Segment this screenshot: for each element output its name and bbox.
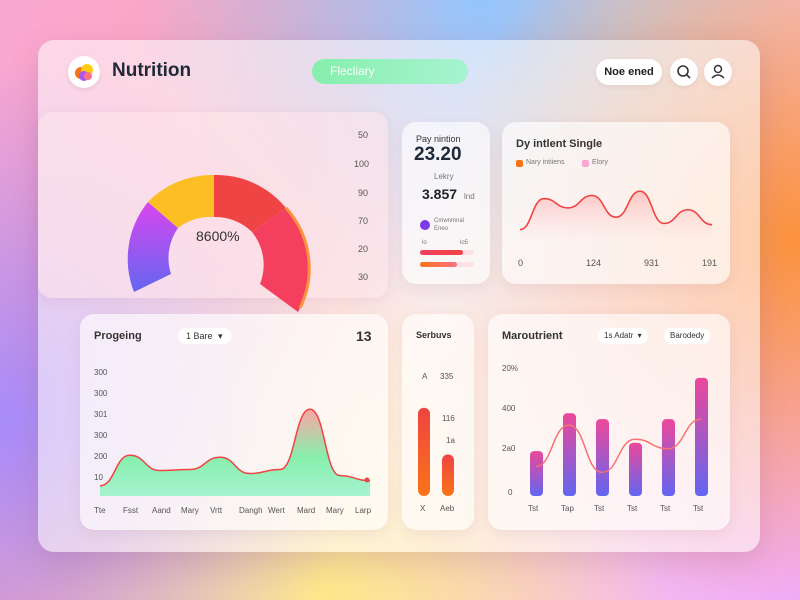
macro-xtick: Tst	[660, 504, 671, 513]
daily-sub-value: 3.857	[422, 186, 458, 202]
macro-bar	[629, 442, 642, 496]
macro-ytick-3: 0	[508, 488, 513, 497]
daily-item-sub: Eneo	[434, 226, 449, 232]
progress-ytick: 200	[94, 452, 108, 461]
servings-bar	[418, 407, 430, 496]
gauge-value: 8600%	[196, 228, 240, 244]
servings-card: Serbuvs A 335 116 1a X Aeb	[402, 314, 474, 530]
trend-xtick-2: 931	[644, 258, 660, 268]
daily-title: Pay nintion	[416, 134, 461, 144]
macro-xtick: Tap	[561, 504, 574, 513]
macro-bar	[596, 419, 609, 496]
new-button[interactable]: Noe ened	[596, 59, 662, 85]
macro-bar	[662, 419, 675, 496]
progress-xtick: Aand	[152, 506, 171, 515]
daily-item-label: Cmwnmnal	[434, 218, 465, 224]
progress-ytick: 300	[94, 389, 108, 398]
gauge-card: 8600% 50 100 90 70 20 30	[38, 112, 388, 312]
gauge-scale-4: 20	[358, 244, 369, 254]
gauge-scale-5: 30	[358, 272, 369, 282]
progress-end-point	[364, 477, 370, 483]
macro-bar	[530, 451, 543, 496]
fruit-logo-icon	[75, 64, 93, 81]
header: Nutrition Flecliary Noe ened	[38, 40, 760, 102]
daily-bar-track-2	[420, 262, 474, 267]
progress-card: Progeing 1 Bare ▾ 13 300 300 301 300 200 10 T…	[80, 314, 388, 530]
progress-ytick: 300	[94, 431, 108, 440]
trend-line-chart	[519, 190, 713, 242]
progress-ytick: 301	[94, 410, 108, 419]
macro-ytick-2: 2a0	[502, 444, 516, 453]
trend-card: Dy intlent Single Nary intiiens Elory 0 …	[502, 122, 730, 284]
bar-label-left: lo	[422, 240, 427, 246]
daily-value: 23.20	[414, 144, 462, 165]
daily-bar-fill-2	[420, 262, 457, 267]
macro-ytick-1: 400	[502, 404, 516, 413]
gauge-chart	[127, 174, 311, 312]
progress-xtick: Fsst	[123, 506, 139, 515]
gauge-scale-0: 50	[358, 130, 369, 140]
servings-bar-chart	[418, 407, 454, 496]
search-button[interactable]	[670, 58, 698, 86]
progress-xtick: Larp	[355, 506, 372, 515]
macro-xtick: Tst	[627, 504, 638, 513]
progress-ytick: 300	[94, 368, 108, 377]
macro-xtick: Tst	[594, 504, 605, 513]
daily-card: Pay nintion 23.20 Lekry 3.857 lnd Cmwnmn…	[402, 122, 490, 284]
macro-xtick: Tst	[693, 504, 704, 513]
progress-xtick: Tte	[94, 506, 106, 515]
macro-bar-chart	[530, 377, 708, 496]
progress-xtick: Mard	[297, 506, 316, 515]
macro-series-line	[535, 418, 702, 474]
gauge-scale-3: 70	[358, 216, 369, 226]
gauge-scale-2: 90	[358, 188, 369, 198]
progress-xtick: Wert	[268, 506, 285, 515]
trend-xtick-1: 124	[586, 258, 602, 268]
progress-ytick: 10	[94, 473, 103, 482]
progress-xtick: Vrtt	[210, 506, 223, 515]
bar-label-right: lo5	[460, 240, 469, 246]
macro-card: Maroutrient 1s Adatr ▾ Barodedy 20% 400 …	[488, 314, 730, 530]
servings-xlabel-0: X	[420, 504, 426, 513]
dashboard-panel: Nutrition Flecliary Noe ened 8600% 50 10…	[38, 40, 760, 552]
search-pill[interactable]: Flecliary	[312, 59, 468, 84]
progress-area-chart	[99, 408, 371, 496]
logo	[68, 56, 100, 88]
progress-area-fill	[100, 409, 370, 496]
daily-sub-label: Lekry	[434, 172, 454, 181]
daily-bar-fill-1	[420, 250, 464, 255]
app-title: Nutrition	[112, 60, 192, 81]
macro-xtick: Tst	[528, 504, 539, 513]
macro-ytick-0: 20%	[502, 364, 519, 373]
profile-button[interactable]	[704, 58, 732, 86]
daily-sub-unit: lnd	[464, 192, 475, 201]
macro-bar	[695, 377, 708, 496]
user-icon	[711, 64, 725, 79]
trend-xtick-3: 191	[702, 258, 718, 268]
progress-xtick: Mary	[181, 506, 199, 515]
trend-xtick-0: 0	[518, 258, 524, 268]
search-icon	[677, 65, 691, 79]
servings-bar	[442, 454, 454, 496]
gauge-scale-1: 100	[354, 159, 370, 169]
progress-xtick: Dangh	[239, 506, 263, 515]
progress-xtick: Mary	[326, 506, 344, 515]
daily-bar-track-1	[420, 250, 474, 255]
servings-xlabel-1: Aeb	[440, 504, 455, 513]
nutrient-dot-icon	[420, 220, 430, 230]
